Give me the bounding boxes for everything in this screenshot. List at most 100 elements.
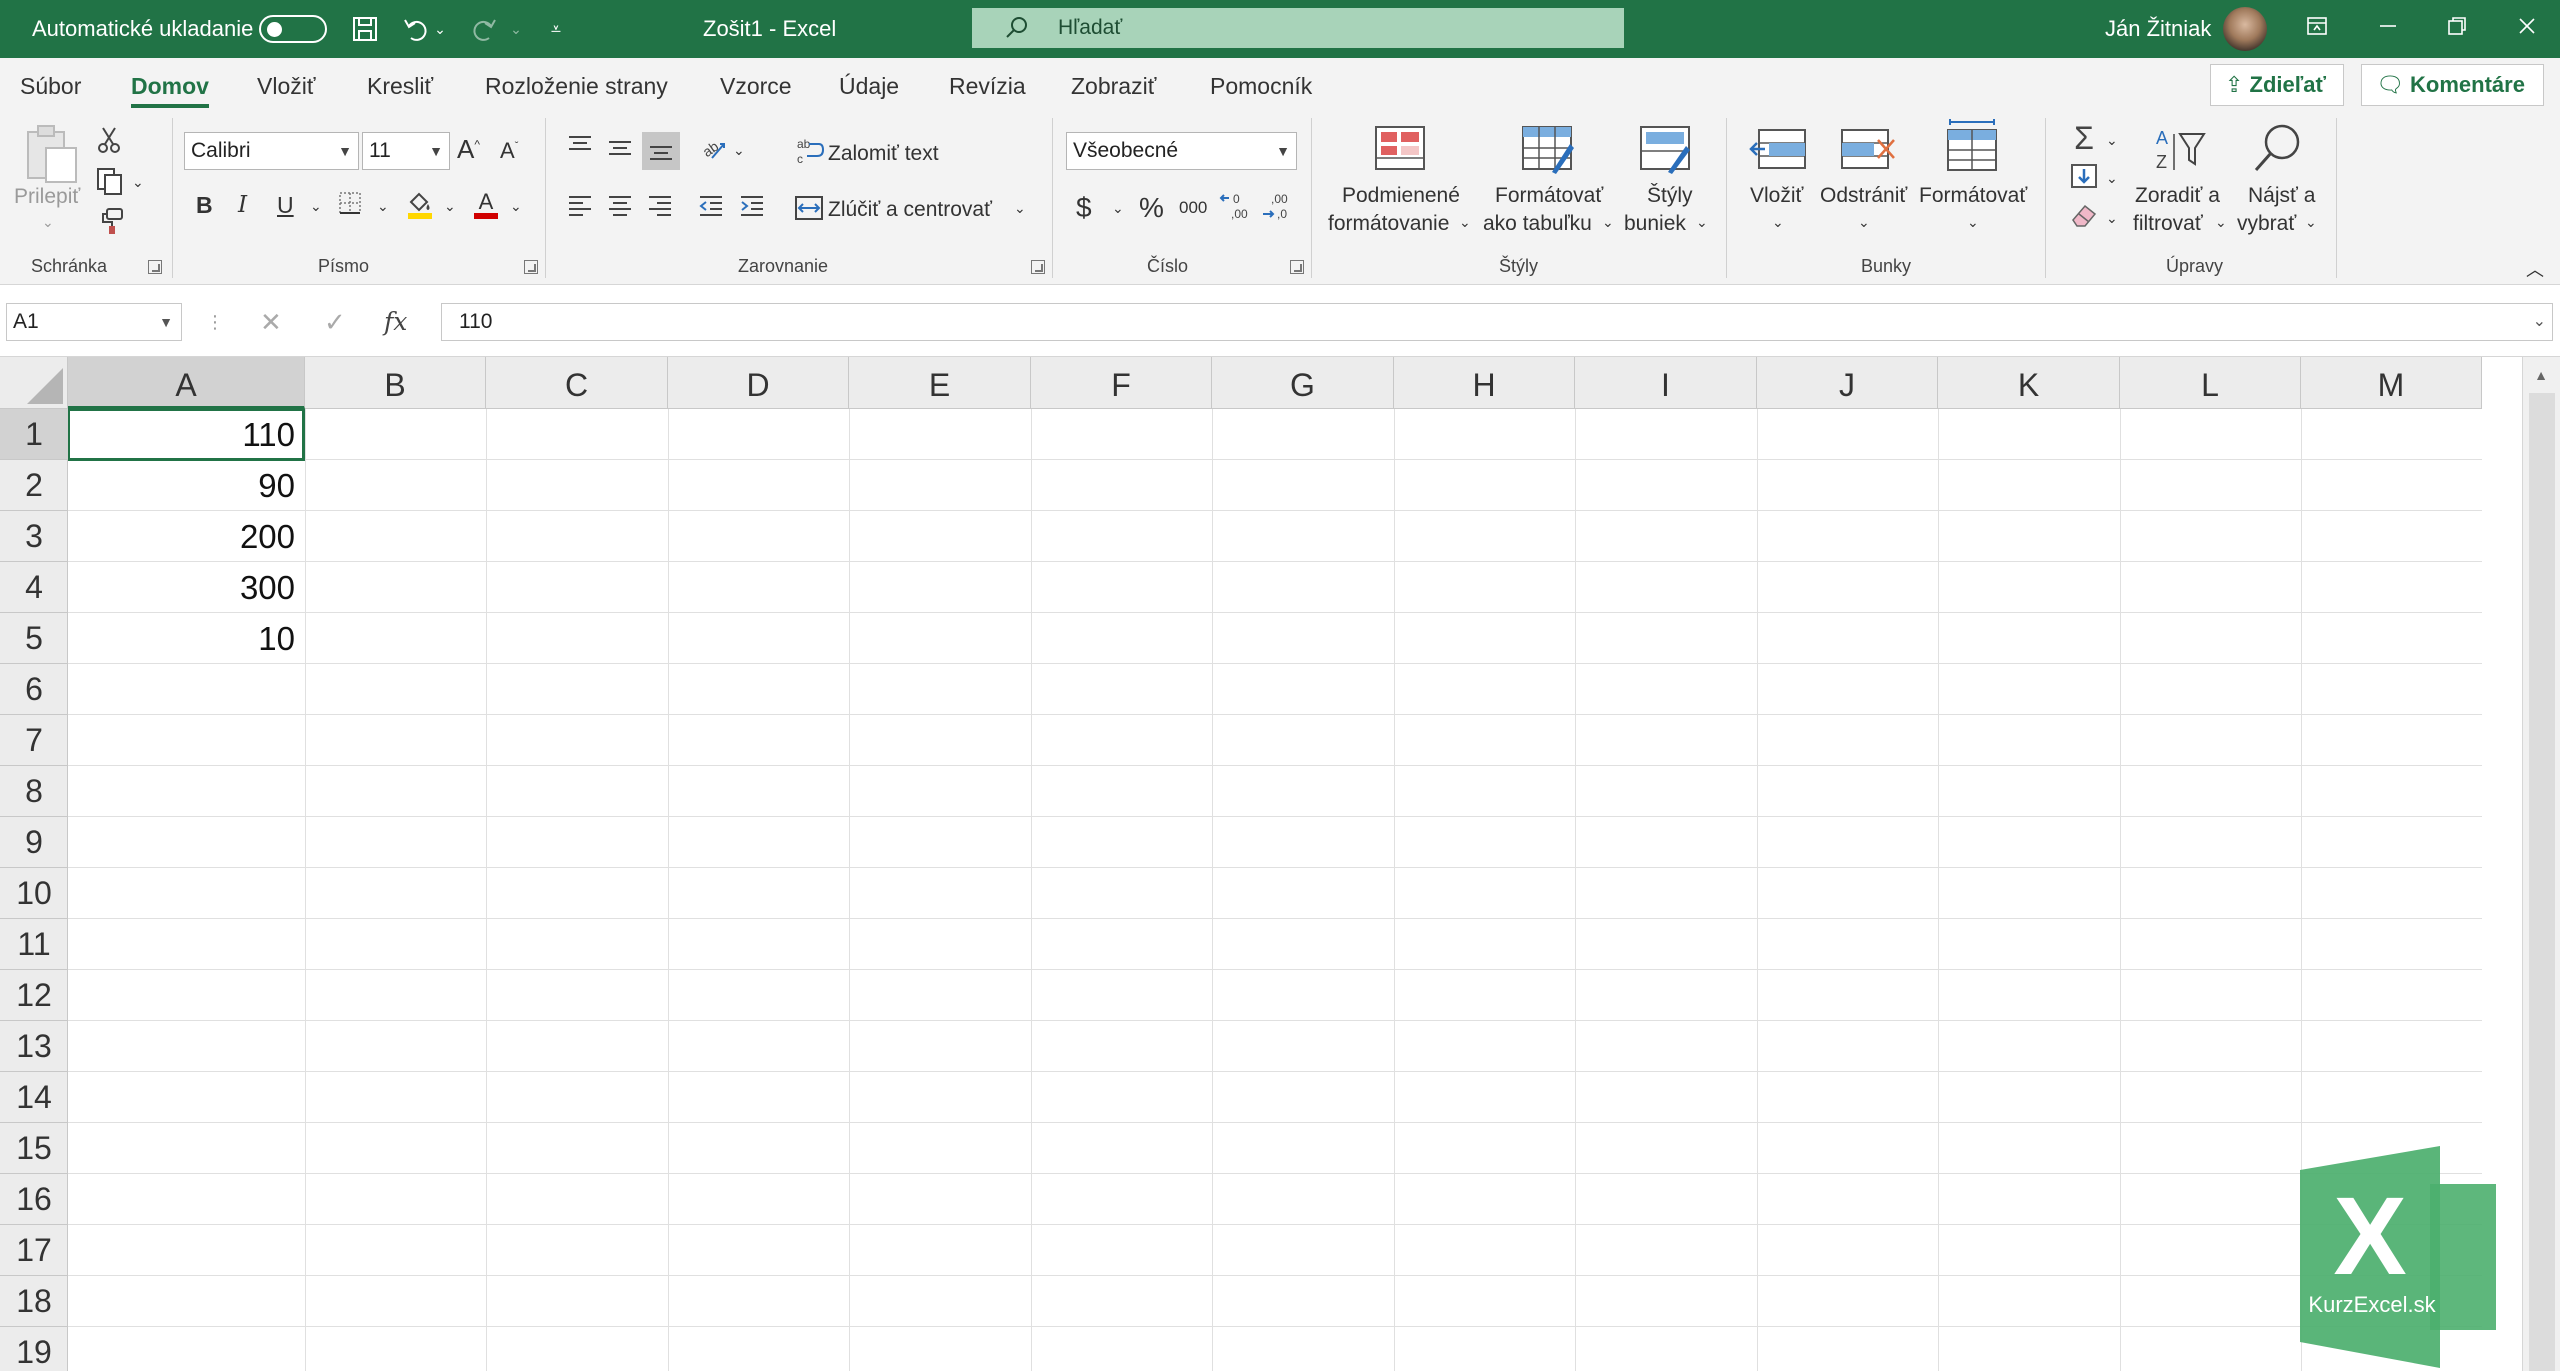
cell-a4[interactable]: 300 — [68, 562, 301, 613]
cut-icon[interactable] — [94, 126, 124, 161]
tab-formulas[interactable]: Vzorce — [720, 58, 792, 110]
clear-dropdown-icon[interactable]: ⌄ — [2106, 210, 2118, 227]
row-header[interactable]: 7 — [0, 715, 68, 766]
redo-icon[interactable] — [468, 14, 500, 44]
increase-font-icon[interactable]: A^ — [457, 134, 480, 165]
row-header[interactable]: 10 — [0, 868, 68, 919]
autosave-toggle[interactable] — [259, 15, 327, 43]
fill-color-icon[interactable] — [404, 188, 436, 227]
column-header[interactable]: C — [486, 357, 668, 409]
column-header[interactable]: A — [68, 357, 305, 409]
align-right-icon[interactable] — [645, 194, 675, 225]
copy-dropdown-icon[interactable]: ⌄ — [132, 174, 144, 191]
decrease-font-icon[interactable]: Aˇ — [500, 138, 518, 164]
row-header[interactable]: 8 — [0, 766, 68, 817]
scroll-up-icon[interactable]: ▲ — [2533, 367, 2549, 383]
tab-file[interactable]: Súbor — [20, 58, 81, 110]
tab-home[interactable]: Domov — [131, 58, 209, 110]
column-header[interactable]: G — [1212, 357, 1394, 409]
column-header[interactable]: F — [1031, 357, 1212, 409]
font-name-select[interactable]: Calibri ▼ — [184, 132, 359, 170]
copy-icon[interactable] — [92, 166, 126, 203]
borders-icon[interactable] — [335, 190, 365, 223]
column-header[interactable]: E — [849, 357, 1031, 409]
row-header[interactable]: 11 — [0, 919, 68, 970]
font-color-icon[interactable]: A — [470, 188, 502, 227]
expand-formula-icon[interactable]: ⌄ — [2533, 304, 2546, 340]
restore-icon[interactable] — [2443, 14, 2471, 42]
column-header[interactable]: K — [1938, 357, 2120, 409]
row-header[interactable]: 17 — [0, 1225, 68, 1276]
autosum-dropdown-icon[interactable]: ⌄ — [2106, 132, 2118, 149]
more-options-icon[interactable]: ⋮ — [206, 303, 224, 341]
fill-dropdown-icon[interactable]: ⌄ — [2106, 170, 2118, 187]
tab-help[interactable]: Pomocník — [1210, 58, 1312, 110]
number-format-select[interactable]: Všeobecné ▼ — [1066, 132, 1297, 170]
align-left-icon[interactable] — [565, 194, 595, 225]
customize-qat-icon[interactable]: ⩡ — [540, 14, 572, 44]
currency-button[interactable]: $ — [1076, 192, 1092, 224]
column-header[interactable]: H — [1394, 357, 1575, 409]
align-top-icon[interactable] — [565, 134, 595, 165]
row-header[interactable]: 16 — [0, 1174, 68, 1225]
decrease-indent-icon[interactable] — [696, 194, 726, 225]
currency-dropdown-icon[interactable]: ⌄ — [1112, 200, 1124, 217]
tab-review[interactable]: Revízia — [949, 58, 1026, 110]
row-header[interactable]: 4 — [0, 562, 68, 613]
row-header[interactable]: 18 — [0, 1276, 68, 1327]
orientation-icon[interactable]: ab — [696, 134, 730, 169]
row-header[interactable]: 12 — [0, 970, 68, 1021]
row-header[interactable]: 19 — [0, 1327, 68, 1371]
minimize-icon[interactable] — [2374, 14, 2402, 42]
align-middle-icon[interactable] — [605, 137, 635, 168]
name-box[interactable]: A1 ▼ — [6, 303, 182, 341]
formula-input[interactable]: 110 ⌄ — [441, 303, 2553, 341]
row-header[interactable]: 2 — [0, 460, 68, 511]
collapse-ribbon-icon[interactable]: ︿ — [2526, 256, 2544, 282]
column-header[interactable]: I — [1575, 357, 1757, 409]
row-header[interactable]: 14 — [0, 1072, 68, 1123]
clear-icon[interactable] — [2067, 202, 2101, 237]
clipboard-launcher-icon[interactable] — [148, 260, 162, 274]
save-icon[interactable] — [349, 14, 381, 44]
row-header[interactable]: 1 — [0, 409, 68, 460]
column-header[interactable]: J — [1757, 357, 1938, 409]
undo-dropdown-icon[interactable]: ⌄ — [432, 14, 448, 44]
orientation-dropdown-icon[interactable]: ⌄ — [733, 142, 745, 159]
percent-button[interactable]: % — [1139, 192, 1164, 224]
row-header[interactable]: 13 — [0, 1021, 68, 1072]
undo-icon[interactable] — [400, 14, 432, 44]
ribbon-display-icon[interactable] — [2303, 14, 2331, 42]
thousands-button[interactable]: 000 — [1179, 198, 1207, 218]
fill-icon[interactable] — [2067, 162, 2101, 197]
row-header[interactable]: 9 — [0, 817, 68, 868]
increase-decimal-icon[interactable]: 0,00 — [1218, 190, 1252, 229]
tab-insert[interactable]: Vložiť — [257, 58, 315, 110]
user-avatar[interactable] — [2223, 7, 2267, 51]
user-name[interactable]: Ján Žitniak — [2105, 0, 2211, 58]
comments-button[interactable]: 🗨 Komentáre — [2361, 64, 2544, 106]
search-box[interactable]: Hľadať — [972, 8, 1624, 48]
font-launcher-icon[interactable] — [524, 260, 538, 274]
cell-area[interactable]: 110 90 200 300 10 — [68, 409, 2482, 1371]
fill-dropdown-icon[interactable]: ⌄ — [444, 198, 456, 215]
tab-data[interactable]: Údaje — [839, 58, 899, 110]
underline-dropdown-icon[interactable]: ⌄ — [310, 198, 322, 215]
close-icon[interactable] — [2513, 14, 2541, 42]
cell-a2[interactable]: 90 — [68, 460, 301, 511]
row-header[interactable]: 15 — [0, 1123, 68, 1174]
number-launcher-icon[interactable] — [1290, 260, 1304, 274]
tab-page-layout[interactable]: Rozloženie strany — [485, 58, 668, 110]
enter-icon[interactable]: ✓ — [324, 303, 346, 341]
bold-button[interactable]: B — [196, 192, 213, 219]
alignment-launcher-icon[interactable] — [1031, 260, 1045, 274]
format-painter-icon[interactable] — [94, 206, 126, 243]
font-color-dropdown-icon[interactable]: ⌄ — [510, 198, 522, 215]
column-header[interactable]: L — [2120, 357, 2301, 409]
font-size-select[interactable]: 11 ▼ — [362, 132, 450, 170]
underline-button[interactable]: U — [277, 192, 294, 219]
align-bottom-icon[interactable] — [642, 132, 680, 170]
column-header[interactable]: D — [668, 357, 849, 409]
scroll-thumb[interactable] — [2529, 393, 2555, 1371]
insert-function-button[interactable]: fx — [384, 303, 407, 341]
